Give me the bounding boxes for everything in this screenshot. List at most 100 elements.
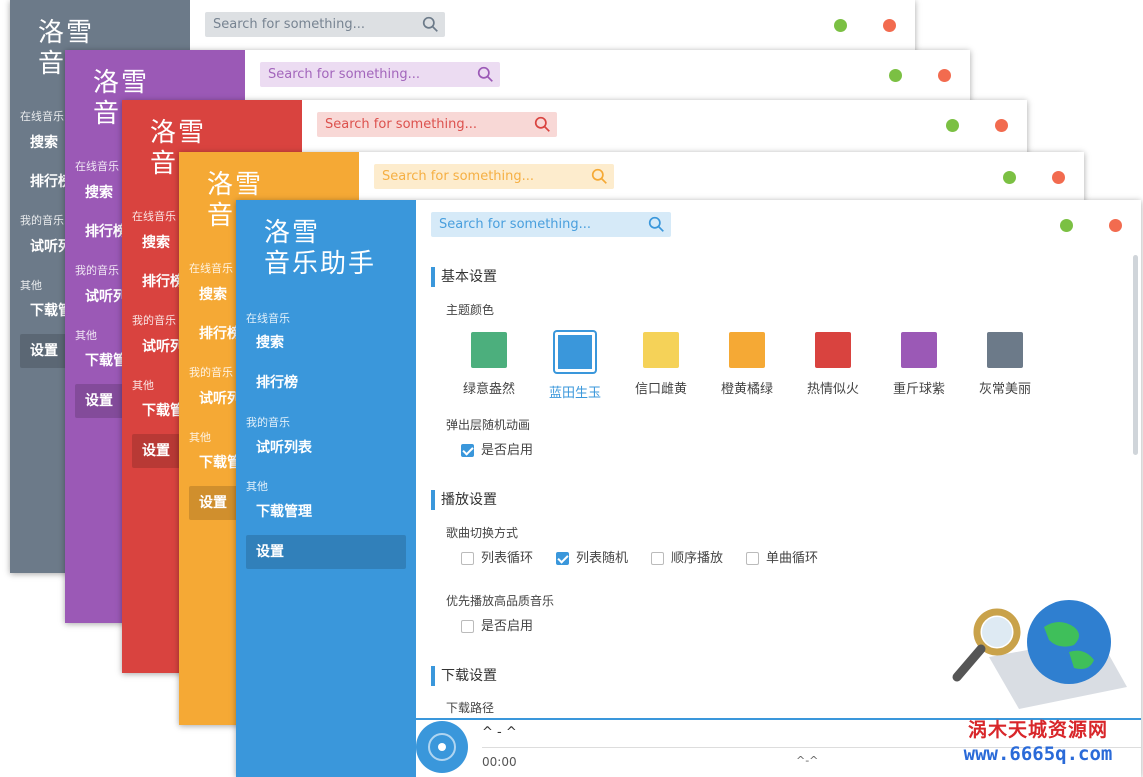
- sidebar-section-online: 在线音乐: [20, 110, 64, 123]
- theme-name: 重斤球紫: [892, 382, 945, 397]
- download-path-label: 下载路径: [446, 701, 495, 715]
- sidebar-item-ranking[interactable]: 排行榜: [246, 366, 406, 400]
- popup-animation-label: 弹出层随机动画: [446, 418, 531, 432]
- sidebar-section-other: 其他: [132, 379, 154, 392]
- theme-name: 橙黄橘绿: [720, 382, 773, 397]
- section-basic-settings: 基本设置: [431, 267, 497, 287]
- close-button[interactable]: [938, 69, 951, 82]
- checkbox-label: 顺序播放: [671, 551, 724, 566]
- watermark-logo: 涡木天城资源网 www.6665q.com: [949, 597, 1127, 772]
- sidebar-item-download[interactable]: 下载管理: [246, 495, 406, 529]
- search-input[interactable]: Search for something...: [317, 112, 557, 137]
- watermark-text: 涡木天城资源网: [967, 719, 1108, 741]
- sidebar-section-mine: 我的音乐: [75, 264, 119, 277]
- minimize-button[interactable]: [1060, 219, 1073, 232]
- theme-name: 蓝田生玉: [548, 386, 601, 401]
- sidebar-item-settings[interactable]: 设置: [75, 384, 125, 418]
- search-icon[interactable]: [422, 16, 439, 33]
- app-logo: 洛雪 音乐助手: [264, 218, 377, 279]
- sidebar-section-mine: 我的音乐: [246, 416, 290, 429]
- checkbox-label: 是否启用: [481, 619, 534, 634]
- sidebar-item-settings[interactable]: 设置: [246, 535, 406, 569]
- theme-name: 热情似火: [806, 382, 859, 397]
- switch-mode-label: 歌曲切换方式: [446, 526, 519, 540]
- search-placeholder: Search for something...: [382, 169, 535, 184]
- sidebar-section-other: 其他: [20, 279, 42, 292]
- sidebar-item-search[interactable]: 搜索: [246, 326, 406, 360]
- song-title: ^ - ^: [482, 725, 517, 740]
- sidebar-item-settings[interactable]: 设置: [132, 434, 182, 468]
- checkbox-label: 是否启用: [481, 443, 534, 458]
- theme-swatch: [643, 332, 679, 368]
- mode-sequential-checkbox[interactable]: 顺序播放: [651, 551, 723, 567]
- search-input[interactable]: Search for something...: [431, 212, 671, 237]
- theme-option-blue[interactable]: 蓝田生玉: [535, 332, 615, 401]
- scrollbar[interactable]: [1133, 255, 1138, 455]
- popup-animation-checkbox[interactable]: 是否启用: [461, 443, 533, 459]
- sidebar-section-online: 在线音乐: [189, 262, 233, 275]
- checkbox-checked-icon: [556, 552, 569, 565]
- theme-swatch: [987, 332, 1023, 368]
- watermark-url: www.6665q.com: [963, 743, 1113, 765]
- minimize-button[interactable]: [946, 119, 959, 132]
- sidebar-section-other: 其他: [246, 480, 268, 493]
- mode-list-random-checkbox[interactable]: 列表随机: [556, 551, 628, 567]
- disc-icon[interactable]: [416, 721, 468, 773]
- close-button[interactable]: [883, 19, 896, 32]
- total-time: ^-^: [796, 754, 819, 767]
- play-time: 00:00: [482, 755, 517, 769]
- minimize-button[interactable]: [889, 69, 902, 82]
- search-placeholder: Search for something...: [268, 67, 421, 82]
- close-button[interactable]: [1109, 219, 1122, 232]
- sidebar-section-online: 在线音乐: [75, 160, 119, 173]
- sidebar-section-other: 其他: [75, 329, 97, 342]
- search-placeholder: Search for something...: [439, 217, 592, 232]
- theme-name: 灰常美丽: [978, 382, 1031, 397]
- checkbox-label: 单曲循环: [766, 551, 819, 566]
- checkbox-label: 列表随机: [576, 551, 629, 566]
- search-icon[interactable]: [477, 66, 494, 83]
- sidebar-item-settings[interactable]: 设置: [20, 334, 70, 368]
- sidebar-section-mine: 我的音乐: [20, 214, 64, 227]
- search-icon[interactable]: [648, 216, 665, 233]
- search-input[interactable]: Search for something...: [260, 62, 500, 87]
- search-input[interactable]: Search for something...: [374, 164, 614, 189]
- close-button[interactable]: [995, 119, 1008, 132]
- theme-swatch: [471, 332, 507, 368]
- theme-swatch: [729, 332, 765, 368]
- theme-swatch: [555, 332, 595, 372]
- sidebar-section-online: 在线音乐: [132, 210, 176, 223]
- theme-option-green[interactable]: 绿意盎然: [449, 332, 529, 397]
- search-input[interactable]: Search for something...: [205, 12, 445, 37]
- theme-option-yellow[interactable]: 信口雌黄: [621, 332, 701, 397]
- sidebar-item-trial-list[interactable]: 试听列表: [246, 431, 406, 465]
- theme-option-purple[interactable]: 重斤球紫: [879, 332, 959, 397]
- theme-name: 信口雌黄: [634, 382, 687, 397]
- close-button[interactable]: [1052, 171, 1065, 184]
- sidebar-section-other: 其他: [189, 431, 211, 444]
- sidebar-section-mine: 我的音乐: [189, 366, 233, 379]
- sidebar-item-settings[interactable]: 设置: [189, 486, 239, 520]
- checkbox-unchecked-icon: [461, 552, 474, 565]
- theme-option-gray[interactable]: 灰常美丽: [965, 332, 1045, 397]
- theme-name: 绿意盎然: [462, 382, 515, 397]
- sidebar: 洛雪 音乐助手 在线音乐 搜索 排行榜 我的音乐 试听列表 其他 下载管理 设置: [236, 200, 416, 777]
- hq-music-checkbox[interactable]: 是否启用: [461, 619, 533, 635]
- mode-single-loop-checkbox[interactable]: 单曲循环: [746, 551, 818, 567]
- theme-option-red[interactable]: 热情似火: [793, 332, 873, 397]
- theme-option-orange[interactable]: 橙黄橘绿: [707, 332, 787, 397]
- checkbox-unchecked-icon: [651, 552, 664, 565]
- minimize-button[interactable]: [834, 19, 847, 32]
- checkbox-unchecked-icon: [461, 620, 474, 633]
- checkbox-label: 列表循环: [481, 551, 534, 566]
- search-placeholder: Search for something...: [325, 117, 478, 132]
- globe-magnifier-icon: [949, 597, 1127, 715]
- search-placeholder: Search for something...: [213, 17, 366, 32]
- search-icon[interactable]: [591, 168, 608, 185]
- mode-list-loop-checkbox[interactable]: 列表循环: [461, 551, 533, 567]
- hq-music-label: 优先播放高品质音乐: [446, 594, 555, 608]
- section-download-settings: 下载设置: [431, 666, 497, 686]
- minimize-button[interactable]: [1003, 171, 1016, 184]
- checkbox-unchecked-icon: [746, 552, 759, 565]
- search-icon[interactable]: [534, 116, 551, 133]
